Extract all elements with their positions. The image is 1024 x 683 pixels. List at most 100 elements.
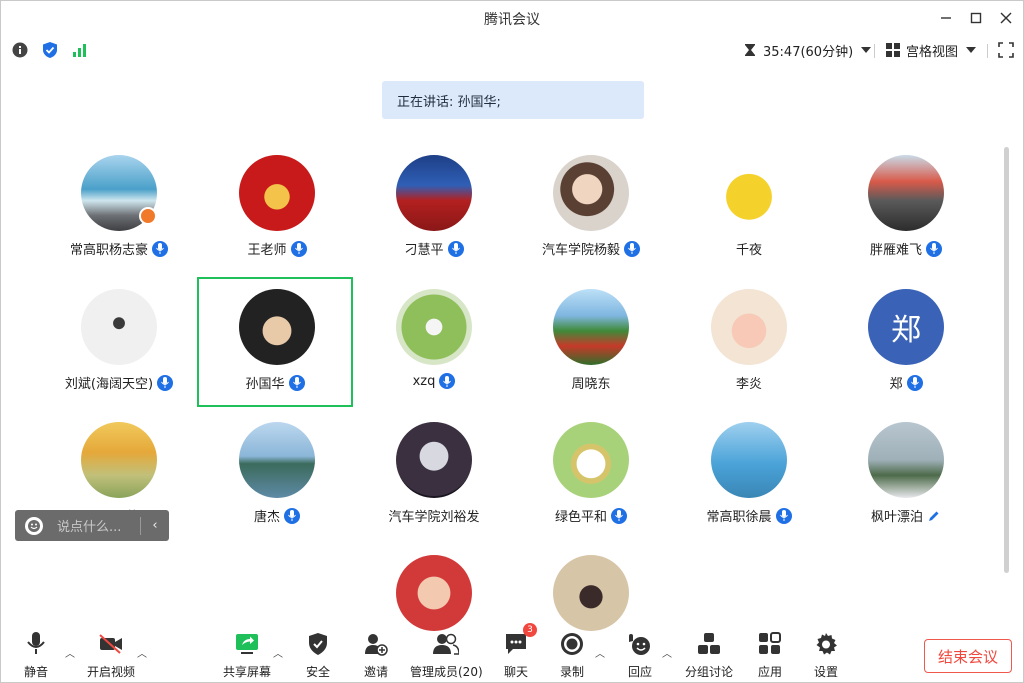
microphone-icon xyxy=(447,240,464,257)
avatar xyxy=(396,422,472,498)
chat-icon: 3 xyxy=(503,623,537,657)
signal-icon[interactable] xyxy=(71,41,89,59)
participant-tile[interactable]: 胖雁难飞 xyxy=(828,145,984,275)
timer-text: 35:47(60分钟) xyxy=(763,44,854,60)
breakout-rooms-button[interactable]: 分组讨论 xyxy=(685,631,733,680)
microphone-icon xyxy=(624,240,640,257)
avatar xyxy=(553,155,629,231)
avatar xyxy=(711,155,787,231)
mute-button[interactable]: 静音 xyxy=(23,631,49,680)
video-off-icon xyxy=(98,631,124,657)
participant-tile[interactable]: 郑郑 xyxy=(828,279,984,409)
avatar xyxy=(868,155,944,231)
participant-name-row: 汽车学院杨毅 xyxy=(513,239,669,258)
microphone-icon xyxy=(439,373,456,389)
chevron-left-icon[interactable]: ‹ xyxy=(141,518,169,533)
participant-tile[interactable]: 孙国华 xyxy=(197,277,353,407)
share-screen-label: 共享屏幕 xyxy=(223,665,272,679)
avatar: 郑 xyxy=(868,289,944,365)
reaction-button[interactable]: 回应 xyxy=(627,631,653,680)
participant-name-row: 郑 xyxy=(828,373,984,392)
participant-tile[interactable]: 汽车学院刘裕发 xyxy=(356,412,512,542)
participant-tile[interactable]: 汽车学院杨毅 xyxy=(513,145,669,275)
chat-quick-input[interactable]: 说点什么... ‹ xyxy=(15,510,169,541)
maximize-icon[interactable] xyxy=(965,7,987,29)
start-video-button[interactable]: 开启视频 xyxy=(87,631,135,680)
chevron-up-icon[interactable]: ︿ xyxy=(273,645,283,660)
meeting-window: 腾讯会议 35:47(60分钟) 宫格视图 正在讲话: 孙国华; 常高职杨志豪 … xyxy=(0,0,1024,683)
hourglass-icon xyxy=(745,44,755,56)
participant-tile[interactable]: 枫叶漂泊 xyxy=(828,412,984,542)
microphone-icon xyxy=(288,374,305,391)
microphone-icon xyxy=(611,507,627,524)
participant-name-row: 周晓东 xyxy=(513,373,669,392)
avatar xyxy=(711,289,787,365)
fullscreen-icon[interactable] xyxy=(997,41,1015,59)
participant-tile[interactable]: 绿色平和 xyxy=(513,412,669,542)
view-mode-label: 宫格视图 xyxy=(906,44,959,60)
apps-button[interactable]: 应用 xyxy=(757,631,783,680)
apps-label: 应用 xyxy=(757,665,782,679)
participant-tile[interactable]: 王老师 xyxy=(199,145,355,275)
participant-tile[interactable]: 周晓东 xyxy=(513,279,669,409)
chevron-up-icon[interactable]: ︿ xyxy=(662,645,672,660)
members-icon xyxy=(433,631,460,657)
avatar xyxy=(396,555,472,631)
chevron-up-icon[interactable]: ︿ xyxy=(595,645,605,660)
invite-label: 邀请 xyxy=(363,665,388,679)
participant-tile[interactable]: xzq xyxy=(356,279,512,409)
settings-label: 设置 xyxy=(813,665,838,679)
settings-button[interactable]: 设置 xyxy=(813,631,839,680)
chat-button[interactable]: 3 聊天 xyxy=(503,623,537,680)
chevron-down-icon xyxy=(966,47,977,53)
participant-name: 常高职徐晨 xyxy=(706,510,772,525)
participant-name-row: 孙国华 xyxy=(199,373,351,392)
participant-tile[interactable]: 刘斌(海阔天空) xyxy=(41,279,197,409)
minimize-icon[interactable] xyxy=(935,7,957,29)
info-bar: 35:47(60分钟) 宫格视图 xyxy=(1,35,1023,65)
participant-name-row: 刁慧平 xyxy=(356,239,512,258)
participant-name: 汽车学院杨毅 xyxy=(541,243,620,258)
participant-name-row: 千夜 xyxy=(671,239,827,258)
avatar xyxy=(396,155,472,231)
scrollbar[interactable] xyxy=(1004,147,1009,573)
participant-name-row: 常高职杨志豪 xyxy=(41,239,197,258)
chevron-up-icon[interactable]: ︿ xyxy=(65,645,75,660)
record-label: 录制 xyxy=(559,665,584,679)
share-screen-button[interactable]: 共享屏幕 xyxy=(223,631,271,680)
meeting-timer[interactable]: 35:47(60分钟) xyxy=(744,41,872,60)
participant-name-row: 汽车学院刘裕发 xyxy=(356,506,512,525)
avatar xyxy=(553,289,629,365)
participant-name-row: 唐杰 xyxy=(199,506,355,525)
info-icon[interactable] xyxy=(11,41,29,59)
participant-tile[interactable]: 常高职徐晨 xyxy=(671,412,827,542)
participant-name: 胖雁难飞 xyxy=(869,243,922,258)
participant-name-row: 刘斌(海阔天空) xyxy=(41,373,197,392)
participant-tile[interactable]: 千夜 xyxy=(671,145,827,275)
participant-name: 李炎 xyxy=(735,377,762,392)
shield-icon[interactable] xyxy=(41,41,59,59)
gear-icon xyxy=(813,631,839,657)
close-icon[interactable] xyxy=(995,7,1017,29)
manage-members-button[interactable]: 管理成员(20) xyxy=(410,631,483,680)
security-button[interactable]: 安全 xyxy=(305,631,331,680)
chat-placeholder[interactable]: 说点什么... xyxy=(57,516,140,535)
participant-tile[interactable]: 李炎 xyxy=(671,279,827,409)
participant-tile[interactable]: 刁慧平 xyxy=(356,145,512,275)
participant-tile[interactable]: 唐杰 xyxy=(199,412,355,542)
chevron-up-icon[interactable]: ︿ xyxy=(137,645,147,660)
speaking-banner: 正在讲话: 孙国华; xyxy=(382,81,644,119)
start-video-label: 开启视频 xyxy=(87,665,136,679)
view-mode-select[interactable]: 宫格视图 xyxy=(886,41,977,60)
emoji-icon[interactable] xyxy=(25,516,43,535)
end-meeting-button[interactable]: 结束会议 xyxy=(924,639,1012,673)
breakout-rooms-label: 分组讨论 xyxy=(685,665,734,679)
microphone-icon xyxy=(906,374,923,391)
grid-view-icon xyxy=(886,43,900,57)
participant-name-row: 常高职徐晨 xyxy=(671,506,827,525)
participant-tile[interactable]: 常高职杨志豪 xyxy=(41,145,197,275)
invite-button[interactable]: 邀请 xyxy=(363,631,389,680)
avatar-initial: 郑 xyxy=(891,313,921,348)
record-button[interactable]: 录制 xyxy=(559,631,585,680)
avatar xyxy=(239,289,315,365)
